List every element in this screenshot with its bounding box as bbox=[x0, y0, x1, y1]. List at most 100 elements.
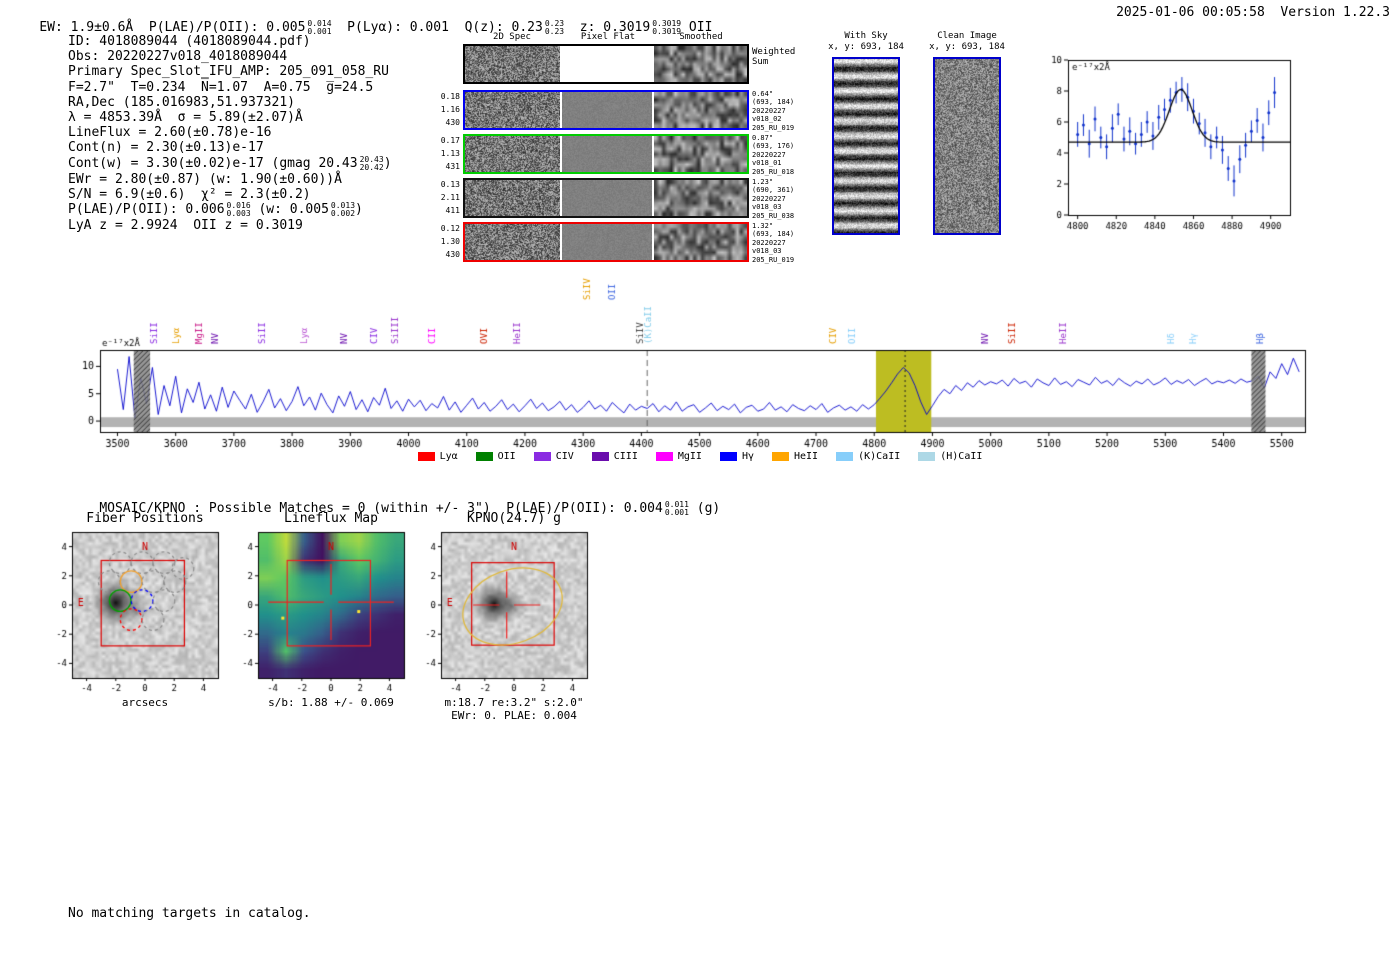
weighted-sum-label: Weighted Sum bbox=[752, 47, 796, 67]
main-spectrum-plot bbox=[55, 262, 1345, 457]
header-ew-plae: EW: 1.9±0.6Å P(LAE)/P(OII): 0.005 bbox=[39, 20, 306, 35]
header-z-lo: 0.3019 bbox=[652, 27, 682, 36]
elixer-report-page: EW: 1.9±0.6Å P(LAE)/P(OII): 0.005 0.014 0.… bbox=[0, 0, 1400, 953]
info-cont-w-close: ) bbox=[383, 155, 392, 171]
lineflux-map-title: Lineflux Map bbox=[284, 511, 378, 526]
row3-pixelflat-image bbox=[562, 180, 652, 216]
legend-label: HeII bbox=[794, 451, 819, 462]
legend-label: CIV bbox=[555, 451, 574, 462]
info-plae-w-text: (w: 0.005 bbox=[250, 202, 329, 218]
info-radec: RA,Dec (185.016983,51.937321) bbox=[68, 94, 295, 110]
spec2d-row3-note: 1.23" (690, 361) 20220227 v018_03 205_RU… bbox=[752, 178, 795, 220]
spec2d-row1-note: 0.64" (693, 184) 20220227 v018_02 205_RU… bbox=[752, 90, 795, 132]
weighted-pixelflat-image bbox=[562, 46, 652, 82]
row1-smoothed-image bbox=[654, 92, 747, 128]
spec2d-header-pixelflat: Pixel Flat bbox=[580, 32, 636, 42]
legend-label: Lyα bbox=[439, 451, 458, 462]
weighted-smoothed-image bbox=[654, 46, 747, 82]
legend-item: HeII bbox=[772, 451, 818, 462]
header-z-frac: 0.3019 0.3019 bbox=[652, 20, 681, 36]
legend-swatch bbox=[591, 452, 609, 461]
info-gmag-frac: 20.43 20.42 bbox=[359, 155, 384, 172]
info-plae-poii: P(LAE)/P(OII): 0.006 0.016 0.003 (w: 0.005… bbox=[68, 202, 392, 218]
legend-swatch bbox=[719, 452, 737, 461]
spec2d-header-smoothed: Smoothed bbox=[679, 32, 723, 42]
info-plae-text: P(LAE)/P(OII): 0.006 bbox=[68, 202, 225, 218]
spec2d-row2-note: 0.87" (693, 176) 20220227 v018_01 205_RU… bbox=[752, 134, 795, 176]
row4-2dspec-image bbox=[465, 224, 560, 260]
row2-smoothed-image bbox=[654, 136, 747, 172]
spec2d-row2 bbox=[463, 134, 749, 174]
info-plae-w-lo: 0.002 bbox=[330, 209, 356, 219]
row4-pixelflat-image bbox=[562, 224, 652, 260]
info-plae-frac: 0.016 0.003 bbox=[227, 202, 251, 218]
spec2d-row4-yticks: 0.12 1.30 430 bbox=[440, 224, 460, 260]
legend-item: (K)CaII bbox=[836, 451, 900, 462]
mosaic-suffix: (g) bbox=[688, 501, 721, 516]
clean-image-panel bbox=[933, 57, 1001, 235]
info-gmag-lo: 20.42 bbox=[359, 162, 384, 172]
info-redshifts: LyA z = 2.9924 OII z = 0.3019 bbox=[68, 218, 303, 234]
spec2d-header-2dspec: 2D Spec bbox=[493, 32, 531, 42]
line-fit-plot bbox=[1030, 46, 1300, 241]
detection-info-block: ID: 4018089044 (4018089044.pdf) Obs: 202… bbox=[68, 34, 392, 233]
legend-swatch bbox=[836, 452, 854, 461]
with-sky-title: With Sky x, y: 693, 184 bbox=[828, 31, 904, 52]
fiber-positions-title: Fiber Positions bbox=[86, 511, 204, 526]
info-id: ID: 4018089044 (4018089044.pdf) bbox=[68, 34, 311, 49]
info-primary-spec: Primary Spec_Slot_IFU_AMP: 205_091_058_R… bbox=[68, 64, 389, 80]
fiber-xlabel: arcsecs bbox=[121, 696, 169, 709]
kpno-title: KPNO(24.7) g bbox=[467, 511, 561, 526]
info-obs: Obs: 20220227v018_4018089044 bbox=[68, 49, 288, 65]
legend-item: OII bbox=[475, 451, 516, 462]
weighted-2dspec-image bbox=[465, 46, 560, 82]
info-plae-close: ) bbox=[355, 202, 363, 218]
row2-2dspec-image bbox=[465, 136, 560, 172]
legend-item: Hγ bbox=[719, 451, 754, 462]
info-sn-chi2: S/N = 6.9(±0.6) χ² = 2.3(±0.2) bbox=[68, 186, 311, 202]
info-cont-n: Cont(n) = 2.30(±0.13)e-17 bbox=[68, 140, 264, 156]
spec2d-row3 bbox=[463, 178, 749, 218]
kpno-plot bbox=[415, 527, 600, 697]
clean-image-title: Clean Image x, y: 693, 184 bbox=[929, 31, 1005, 52]
header-timestamp-version: 2025-01-06 00:05:58 Version 1.22.3 bbox=[1116, 5, 1390, 20]
legend-swatch bbox=[533, 452, 551, 461]
row2-pixelflat-image bbox=[562, 136, 652, 172]
with-sky-image bbox=[834, 59, 898, 233]
with-sky-panel bbox=[832, 57, 900, 235]
spectrum-legend: Lyα OII CIV CIII MgII Hγ HeII (K)CaII (H)CaII bbox=[55, 451, 1345, 462]
spec2d-row3-yticks: 0.13 2.11 411 bbox=[440, 180, 460, 216]
row1-pixelflat-image bbox=[562, 92, 652, 128]
info-cont-w-text: Cont(w) = 3.30(±0.02)e-17 (gmag 20.43 bbox=[68, 155, 358, 171]
fiber-positions-plot bbox=[46, 527, 231, 697]
row3-2dspec-image bbox=[465, 180, 560, 216]
legend-swatch bbox=[475, 452, 493, 461]
legend-item: CIV bbox=[533, 451, 574, 462]
weighted-sum-row bbox=[463, 44, 749, 84]
legend-item: Lyα bbox=[417, 451, 458, 462]
row3-smoothed-image bbox=[654, 180, 747, 216]
row4-smoothed-image bbox=[654, 224, 747, 260]
legend-swatch bbox=[918, 452, 936, 461]
info-plae-lo: 0.003 bbox=[226, 209, 251, 219]
row1-2dspec-image bbox=[465, 92, 560, 128]
spec2d-row1-yticks: 0.18 1.16 430 bbox=[440, 92, 460, 128]
clean-image bbox=[935, 59, 999, 233]
info-lambda-sigma: λ = 4853.39Å σ = 5.89(±2.07)Å bbox=[68, 110, 303, 126]
legend-swatch bbox=[772, 452, 789, 461]
legend-item: MgII bbox=[655, 451, 702, 462]
header-qz-lo: 0.23 bbox=[544, 27, 565, 36]
spec2d-row4-note: 1.32" (693, 184) 20220227 v018_03 205_RU… bbox=[752, 222, 795, 264]
info-cont-w: Cont(w) = 3.30(±0.02)e-17 (gmag 20.43 20.… bbox=[68, 155, 392, 172]
legend-label: MgII bbox=[677, 451, 702, 462]
legend-label: OII bbox=[497, 451, 516, 462]
lineflux-caption: s/b: 1.88 +/- 0.069 bbox=[268, 696, 394, 709]
legend-label: CIII bbox=[613, 451, 638, 462]
spec2d-row1 bbox=[463, 90, 749, 130]
mosaic-frac: 0.011 0.001 bbox=[665, 501, 689, 517]
legend-label: Hγ bbox=[741, 451, 754, 462]
kpno-caption-2: EWr: 0. PLAE: 0.004 bbox=[451, 709, 577, 722]
spec2d-row4 bbox=[463, 222, 749, 262]
info-ewr: EWr = 2.80(±0.87) (w: 1.90(±0.60))Å bbox=[68, 171, 342, 187]
legend-swatch bbox=[655, 452, 673, 461]
